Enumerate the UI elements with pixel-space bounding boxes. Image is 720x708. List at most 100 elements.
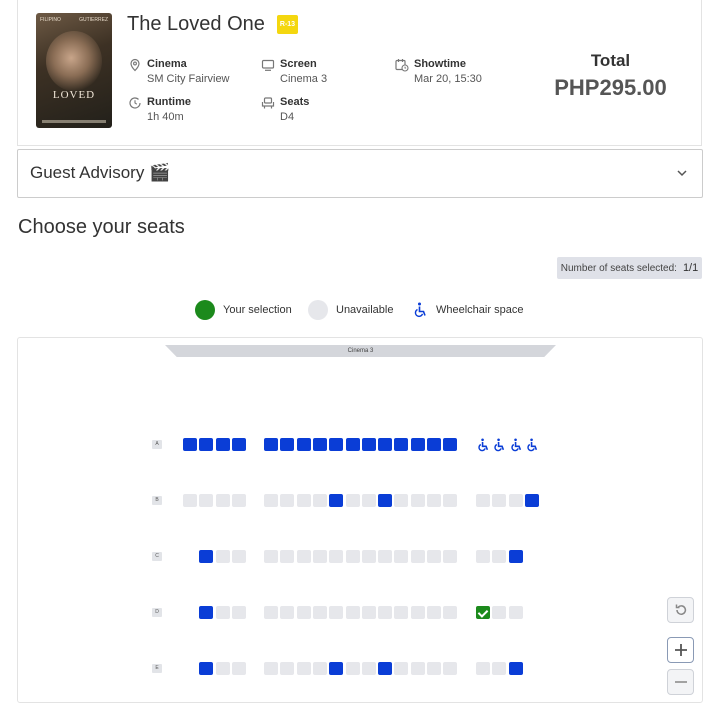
seat: [411, 494, 425, 507]
seat: [427, 662, 441, 675]
poster-name-left: FILIPINO: [40, 17, 61, 23]
seat[interactable]: [313, 438, 327, 451]
seat: [264, 550, 278, 563]
screen-value: Cinema 3: [280, 73, 328, 85]
seat: [362, 550, 376, 563]
seat[interactable]: [329, 662, 343, 675]
seat[interactable]: [525, 494, 539, 507]
seat: [394, 662, 408, 675]
seat: [492, 662, 506, 675]
seats-selected-value: 1/1: [682, 262, 699, 274]
zoom-in-button[interactable]: [667, 637, 694, 663]
movie-poster: FILIPINO GUTIERREZ LOVED: [36, 13, 112, 128]
seat[interactable]: [329, 494, 343, 507]
movie-title: The Loved One: [127, 13, 265, 35]
seat[interactable]: [297, 438, 311, 451]
screen-icon: [261, 59, 275, 71]
seat: [264, 494, 278, 507]
seat[interactable]: [280, 438, 294, 451]
seat[interactable]: [183, 438, 197, 451]
wheelchair-seat[interactable]: [492, 438, 506, 452]
seat: [378, 550, 392, 563]
seat: [443, 494, 457, 507]
seat: [427, 494, 441, 507]
legend-unavailable: Unavailable: [308, 300, 393, 320]
row-label-a: A: [152, 440, 162, 449]
seat[interactable]: [378, 494, 392, 507]
row-label-e: E: [152, 664, 162, 673]
showtime-label: Showtime: [414, 58, 466, 70]
seat[interactable]: [199, 438, 213, 451]
seat[interactable]: [264, 438, 278, 451]
poster-image: [46, 31, 102, 91]
seat: [362, 494, 376, 507]
showtime-value: Mar 20, 15:30: [414, 73, 482, 85]
seat[interactable]: [378, 438, 392, 451]
unavailable-swatch: [308, 300, 328, 320]
seat: [394, 606, 408, 619]
seat: [411, 550, 425, 563]
seat[interactable]: [427, 438, 441, 451]
runtime-label: Runtime: [147, 96, 191, 108]
seat: [346, 606, 360, 619]
seat: [411, 606, 425, 619]
wheelchair-icon: [527, 438, 538, 452]
seat[interactable]: [329, 438, 343, 451]
seat[interactable]: [199, 662, 213, 675]
seat: [280, 662, 294, 675]
rating-badge: R-13: [277, 15, 298, 34]
seat[interactable]: [216, 438, 230, 451]
wheelchair-seat[interactable]: [509, 438, 523, 452]
seat: [297, 550, 311, 563]
reset-icon: [675, 604, 686, 615]
seat: [313, 550, 327, 563]
seat-map[interactable]: Cinema 3 A B C D E: [17, 337, 703, 703]
legend-selection-label: Your selection: [223, 304, 292, 316]
seat: [443, 606, 457, 619]
minus-icon: [674, 681, 687, 683]
seat: [509, 606, 523, 619]
choose-seats-heading: Choose your seats: [18, 216, 185, 238]
seat[interactable]: [443, 438, 457, 451]
seat[interactable]: [232, 438, 246, 451]
seat[interactable]: [362, 438, 376, 451]
seat[interactable]: [509, 662, 523, 675]
seats-value: D4: [280, 111, 295, 123]
seat: [394, 550, 408, 563]
seat[interactable]: [411, 438, 425, 451]
seat: [427, 550, 441, 563]
cinema-label: Cinema: [147, 58, 187, 70]
seat[interactable]: [509, 550, 523, 563]
seat[interactable]: [199, 550, 213, 563]
seat: [492, 550, 506, 563]
seat: [216, 494, 230, 507]
runtime-value: 1h 40m: [147, 111, 184, 123]
wheelchair-seat[interactable]: [525, 438, 539, 452]
seat: [411, 662, 425, 675]
selection-swatch: [195, 300, 215, 320]
seat[interactable]: [394, 438, 408, 451]
seats-selected-count: Number of seats selected: 1/1: [557, 257, 702, 279]
chevron-down-icon[interactable]: [674, 165, 690, 181]
seat: [378, 606, 392, 619]
seat: [264, 606, 278, 619]
total-value: PHP295.00: [554, 75, 667, 100]
seat[interactable]: [346, 438, 360, 451]
row-label-c: C: [152, 552, 162, 561]
seat[interactable]: [199, 606, 213, 619]
reset-view-button[interactable]: [667, 597, 694, 623]
seats-label: Seats: [280, 96, 310, 108]
zoom-out-button[interactable]: [667, 669, 694, 695]
seat: [232, 662, 246, 675]
guest-advisory-accordion[interactable]: Guest Advisory 🎬: [17, 149, 703, 198]
wheelchair-seat[interactable]: [476, 438, 490, 452]
guest-advisory-label: Guest Advisory 🎬: [30, 163, 171, 182]
seat: [492, 494, 506, 507]
seat[interactable]: [378, 662, 392, 675]
cinema-value: SM City Fairview: [147, 73, 230, 85]
seat: [329, 606, 343, 619]
seat: [313, 606, 327, 619]
seat: [362, 662, 376, 675]
seat[interactable]: [476, 606, 490, 619]
seats-selected-label: Number of seats selected:: [560, 262, 677, 274]
